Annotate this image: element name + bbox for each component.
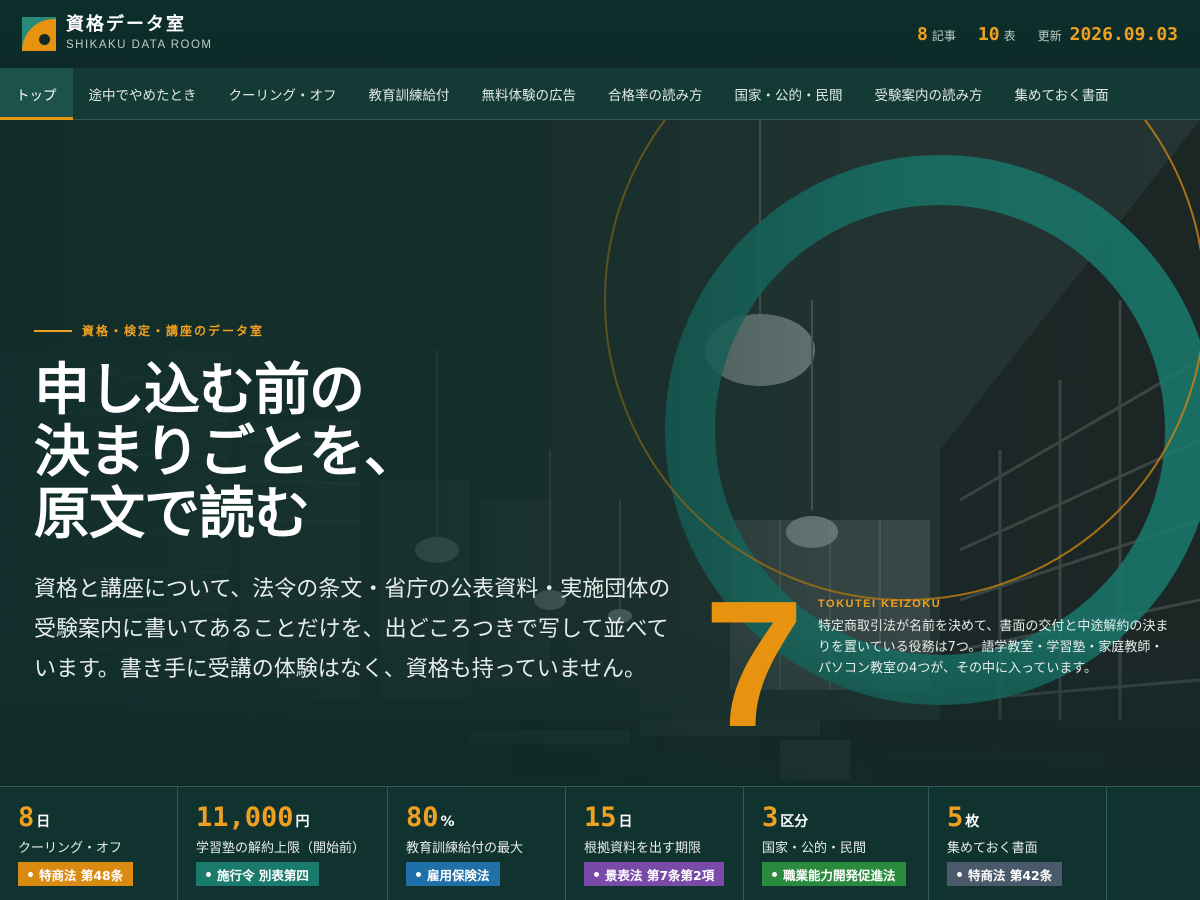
stat-value: 3 — [762, 802, 779, 833]
stat-unit: 円 — [295, 814, 310, 830]
eyebrow-line — [34, 329, 72, 332]
logo-icon — [22, 17, 56, 51]
stat-cell[interactable]: 3 区分 国家・公的・民間 職業能力開発促進法 — [744, 787, 929, 900]
law-tag[interactable]: 特商法 第48条 — [18, 862, 134, 886]
brand-link[interactable]: 資格データ室 SHIKAKU DATA ROOM — [22, 16, 212, 52]
stat-cell[interactable]: 5枚 集めておく書面 特商法 第42条 — [929, 787, 1107, 900]
law-tag-text: 特商法 第42条 — [968, 867, 1053, 883]
article-count-value: 8 — [917, 23, 928, 45]
law-tag-text: 職業能力開発促進法 — [783, 867, 896, 883]
law-tag-text: 景表法 第7条第2項 — [605, 867, 715, 883]
nav-item-pass-rate[interactable]: 合格率の読み方 — [592, 68, 719, 119]
hero-eyebrow: 資格・検定・講座のデータ室 — [34, 322, 264, 339]
header-stats: 8 記事 10 表 更新 2026.09.03 — [917, 24, 1178, 45]
stat-label: 集めておく書面 — [947, 841, 1038, 856]
stat-unit: 日 — [618, 814, 633, 830]
stat-value: 80 — [406, 802, 439, 833]
hero-title-line-2: 決まりごとを、 — [34, 420, 420, 485]
nav-item-exam-guide[interactable]: 受験案内の読み方 — [859, 68, 999, 119]
feature-number: 7 — [704, 564, 805, 765]
site-title: 資格データ室 — [66, 14, 186, 36]
stat-cell[interactable]: 15 日 根拠資料を出す期限 景表法 第7条第2項 — [566, 787, 744, 900]
law-tag[interactable]: 雇用保険法 — [406, 862, 500, 886]
stat-label: クーリング・オフ — [18, 841, 123, 856]
law-tag-text: 特商法 第48条 — [39, 867, 124, 883]
stat-label: 学習塾の解約上限（開始前） — [196, 841, 366, 856]
law-tag[interactable]: 特商法 第42条 — [947, 862, 1063, 886]
nav-item-training-benefit[interactable]: 教育訓練給付 — [353, 68, 466, 119]
nav-item-documents[interactable]: 集めておく書面 — [999, 68, 1125, 119]
law-tag[interactable]: 景表法 第7条第2項 — [584, 862, 725, 886]
law-tag-text: 雇用保険法 — [427, 867, 490, 883]
stat-label: 教育訓練給付の最大 — [406, 841, 524, 856]
stat-unit: 日 — [36, 814, 51, 830]
nav-item-qualification-types[interactable]: 国家・公的・民間 — [719, 68, 859, 119]
stat-cell[interactable]: 8日 クーリング・オフ 特商法 第48条 — [0, 787, 178, 900]
hero: 資格・検定・講座のデータ室 申し込む前の 決まりごとを、 原文で読む 資格と講座… — [0, 120, 1200, 786]
stat-value: 5 — [947, 802, 964, 833]
updated-label: 更新 — [1037, 28, 1062, 43]
stat-unit: 枚 — [965, 814, 980, 830]
nav-item-cooling-off[interactable]: クーリング・オフ — [213, 68, 353, 119]
feature-text: 特定商取引法が名前を決めて、書面の交付と中途解約の決まりを置いている役務は7つ。… — [818, 619, 1169, 676]
hero-title-line-3: 原文で読む — [34, 482, 310, 547]
law-tag[interactable]: 施行令 別表第四 — [196, 862, 319, 886]
site-subtitle: SHIKAKU DATA ROOM — [66, 39, 213, 52]
nav-item-withdrawal[interactable]: 途中でやめたとき — [73, 68, 213, 119]
feature-callout: TOKUTEI KEIZOKU 特定商取引法が名前を決めて、書面の交付と中途解約… — [818, 598, 1170, 679]
stat-label: 国家・公的・民間 — [762, 841, 867, 856]
stat-cell[interactable]: 80% 教育訓練給付の最大 雇用保険法 — [388, 787, 566, 900]
site-header: 資格データ室 SHIKAKU DATA ROOM 8 記事 10 表 更新 20… — [0, 0, 1200, 68]
updated-date: 更新 2026.09.03 — [1038, 24, 1178, 45]
table-count-value: 10 — [977, 23, 1000, 45]
stat-cell-empty — [1107, 787, 1200, 900]
law-tag-text: 施行令 別表第四 — [217, 867, 309, 883]
feature-label: TOKUTEI KEIZOKU — [818, 598, 942, 610]
stat-bar: 8日 クーリング・オフ 特商法 第48条 11,000 円 学習塾の解約上限（開始… — [0, 786, 1200, 900]
eyebrow-text: 資格・検定・講座のデータ室 — [82, 324, 265, 338]
stat-value: 15 — [584, 802, 617, 833]
nav-item-free-trial-ads[interactable]: 無料体験の広告 — [466, 68, 593, 119]
hero-title: 申し込む前の 決まりごとを、 原文で読む — [34, 360, 474, 546]
law-tag[interactable]: 職業能力開発促進法 — [762, 862, 906, 886]
hero-title-line-1: 申し込む前の — [34, 358, 365, 423]
table-count-unit: 表 — [1003, 28, 1016, 43]
stat-label: 根拠資料を出す期限 — [584, 841, 702, 856]
article-count-unit: 記事 — [931, 28, 956, 43]
article-count: 8 記事 — [917, 24, 956, 45]
stat-cell[interactable]: 11,000 円 学習塾の解約上限（開始前） 施行令 別表第四 — [178, 787, 388, 900]
stat-value: 11,000 — [196, 802, 294, 833]
stat-value: 8 — [18, 802, 35, 833]
main-nav: トップ 途中でやめたとき クーリング・オフ 教育訓練給付 無料体験の広告 合格率… — [0, 68, 1200, 120]
stat-unit: 区分 — [780, 814, 809, 830]
nav-item-top[interactable]: トップ — [0, 68, 73, 120]
updated-value: 2026.09.03 — [1069, 23, 1178, 45]
stat-unit: % — [440, 814, 455, 830]
hero-lead: 資格と講座について、法令の条文・省庁の公表資料・実施団体の受験案内に書いてあるこ… — [34, 577, 671, 682]
table-count: 10 表 — [978, 24, 1016, 45]
